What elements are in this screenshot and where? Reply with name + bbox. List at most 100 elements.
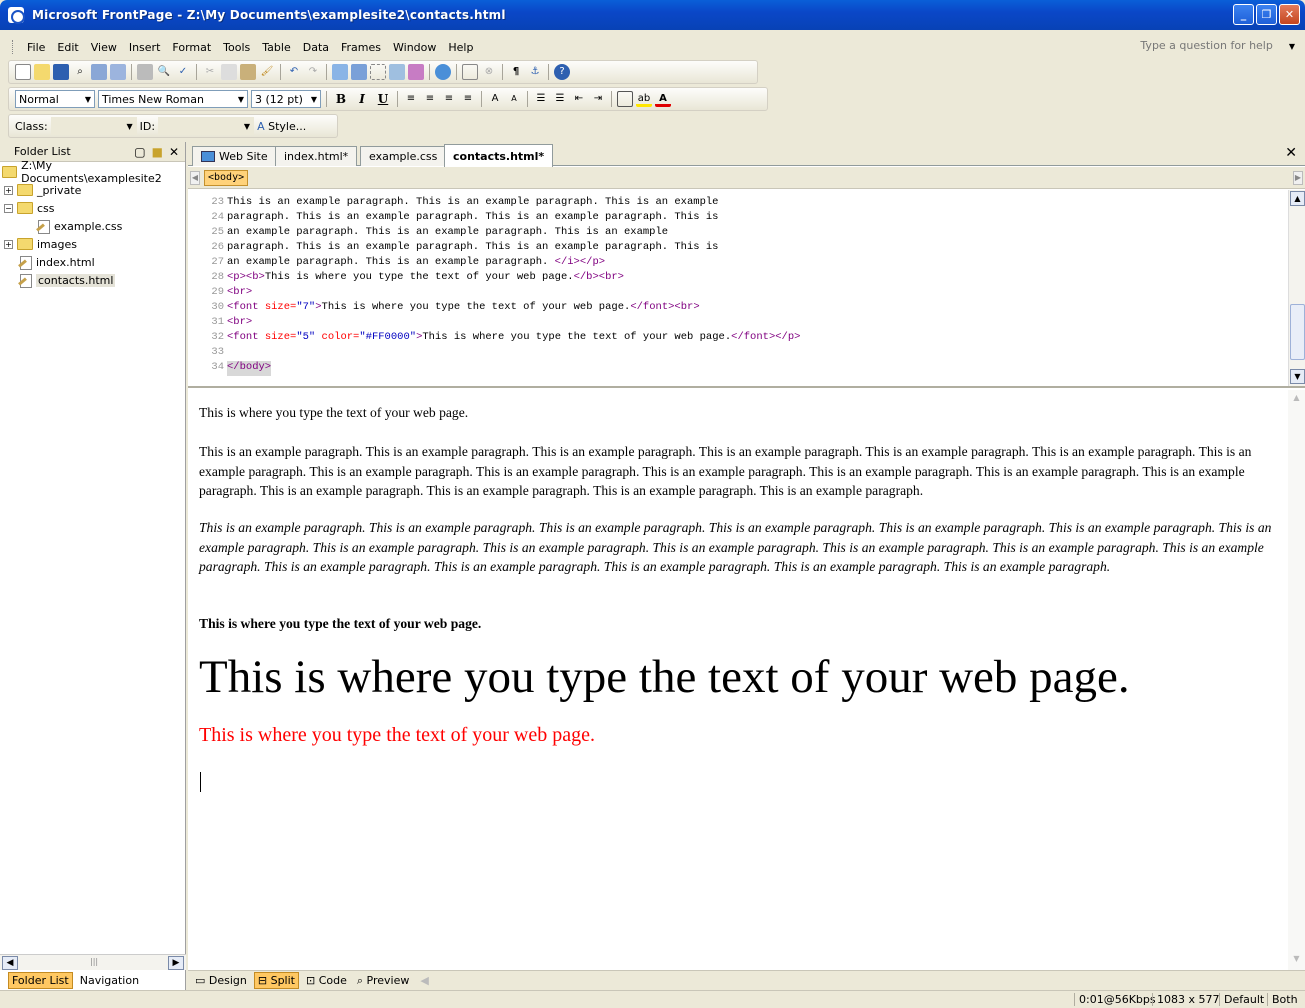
save-icon[interactable] [53,64,69,80]
italic-icon[interactable]: I [353,92,371,106]
scroll-down-icon[interactable]: ▼ [1290,369,1305,384]
tab-index-html[interactable]: index.html* [275,146,358,166]
new-page-icon[interactable]: ▢ [134,145,145,159]
folder-horizontal-scrollbar[interactable]: ◀ ||| ▶ [0,954,186,970]
menu-file[interactable]: File [21,39,51,56]
menu-edit[interactable]: Edit [51,39,84,56]
borders-icon[interactable] [617,91,633,107]
spelling-icon[interactable]: ✓ [175,64,191,80]
insert-layer-icon[interactable] [370,64,386,80]
tag-scroll-left-icon[interactable]: ◀ [190,171,200,185]
style-select[interactable]: Normal ▼ [15,90,95,108]
split-view-tab[interactable]: ⊟ Split [253,972,299,989]
font-size-select[interactable]: 3 (12 pt) ▼ [251,90,321,108]
tab-contacts-html[interactable]: contacts.html* [444,144,554,167]
open-folder-icon[interactable] [34,64,50,80]
font-color-icon[interactable]: A [655,91,671,107]
menu-grip[interactable] [12,40,15,54]
drawing-icon[interactable] [408,64,424,80]
menu-tools[interactable]: Tools [217,39,256,56]
align-center-icon[interactable]: ≡ [422,91,438,107]
scroll-right-icon[interactable]: ▶ [168,956,184,970]
close-pane-icon[interactable]: ✕ [169,145,179,159]
toggle-pane-icon[interactable] [110,64,126,80]
tree-item-index-html[interactable]: index.html [18,254,95,270]
tag-scroll-right-icon[interactable]: ▶ [1293,171,1303,185]
search-icon[interactable]: ⌕ [72,64,88,80]
design-view[interactable]: This is where you type the text of your … [188,390,1288,968]
code-view[interactable]: 23 This is an example paragraph. This is … [188,190,1305,388]
scroll-up-icon[interactable]: ▲ [1290,191,1305,206]
folder-list-tab[interactable]: Folder List [8,971,73,989]
design-view-tab[interactable]: ▭ Design [192,973,250,988]
scroll-up-icon[interactable]: ▲ [1289,391,1304,406]
tab-web-site[interactable]: Web Site [192,146,277,166]
underline-icon[interactable]: U [374,92,392,106]
font-select[interactable]: Times New Roman ▼ [98,90,248,108]
minimize-button[interactable]: _ [1233,4,1254,25]
align-left-icon[interactable]: ≡ [403,91,419,107]
insert-table-icon[interactable] [351,64,367,80]
new-folder-icon[interactable]: ■ [152,145,163,159]
redo-icon[interactable]: ↷ [305,64,321,80]
insert-picture-icon[interactable] [389,64,405,80]
menu-insert[interactable]: Insert [123,39,167,56]
publish-icon[interactable] [91,64,107,80]
preview-view-tab[interactable]: ⌕ Preview [354,973,413,989]
design-vertical-scrollbar[interactable]: ▲ ▼ [1288,390,1305,970]
decrease-indent-icon[interactable]: ⇤ [571,91,587,107]
show-all-icon[interactable]: ¶ [508,64,524,80]
class-select[interactable]: ▼ [50,117,137,135]
restore-button[interactable]: ❐ [1256,4,1277,25]
stop-icon[interactable]: ⊗ [481,64,497,80]
increase-font-icon[interactable]: A [487,91,503,107]
decrease-font-icon[interactable]: A [506,91,522,107]
id-select[interactable]: ▼ [158,117,255,135]
paste-icon[interactable] [240,64,256,80]
menu-window[interactable]: Window [387,39,442,56]
copy-icon[interactable] [221,64,237,80]
tree-item-private[interactable]: + _private [4,182,81,198]
increase-indent-icon[interactable]: ⇥ [590,91,606,107]
tree-root[interactable]: Z:\My Documents\examplesite2 [2,159,185,185]
menu-format[interactable]: Format [166,39,217,56]
style-button[interactable]: A Style... [257,120,306,133]
code-view-tab[interactable]: ⊡ Code [303,973,350,988]
close-document-icon[interactable]: ✕ [1285,145,1297,161]
body-tag-button[interactable]: <body> [204,170,249,186]
web-component-icon[interactable] [332,64,348,80]
menu-data[interactable]: Data [297,39,335,56]
scroll-thumb[interactable] [1290,304,1305,360]
new-page-icon[interactable] [15,64,31,80]
scroll-left-icon[interactable]: ◀ [2,956,18,970]
expand-icon[interactable]: + [4,185,13,195]
expand-icon[interactable]: + [4,239,13,249]
collapse-icon[interactable]: − [4,203,13,213]
scroll-left-icon[interactable]: ◀ [420,974,428,987]
undo-icon[interactable]: ↶ [286,64,302,80]
align-right-icon[interactable]: ≡ [441,91,457,107]
menu-frames[interactable]: Frames [335,39,387,56]
scroll-down-icon[interactable]: ▼ [1289,952,1304,967]
highlight-icon[interactable]: ab [636,91,652,107]
navigation-tab[interactable]: Navigation [77,973,142,988]
tree-item-example-css[interactable]: example.css [36,218,122,234]
cut-icon[interactable]: ✂ [202,64,218,80]
menu-help[interactable]: Help [442,39,479,56]
tree-item-css[interactable]: − css [4,200,55,216]
hyperlink-icon[interactable] [435,64,451,80]
close-window-button[interactable]: ✕ [1279,4,1300,25]
tree-item-images[interactable]: + images [4,236,77,252]
anchor-icon[interactable]: ⚓ [527,64,543,80]
format-painter-icon[interactable]: 🖌 [259,64,275,80]
tree-item-contacts-html[interactable]: contacts.html [18,272,116,288]
help-icon[interactable]: ? [554,64,570,80]
frontpage-app-icon[interactable] [8,7,25,24]
refresh-icon[interactable] [462,64,478,80]
preview-icon[interactable]: 🔍 [156,64,172,80]
help-search-box[interactable]: Type a question for help ▼ [1140,39,1295,52]
tab-example-css[interactable]: example.css [360,146,447,166]
menu-table[interactable]: Table [256,39,296,56]
code-vertical-scrollbar[interactable]: ▲ ▼ [1288,190,1305,386]
print-icon[interactable] [137,64,153,80]
